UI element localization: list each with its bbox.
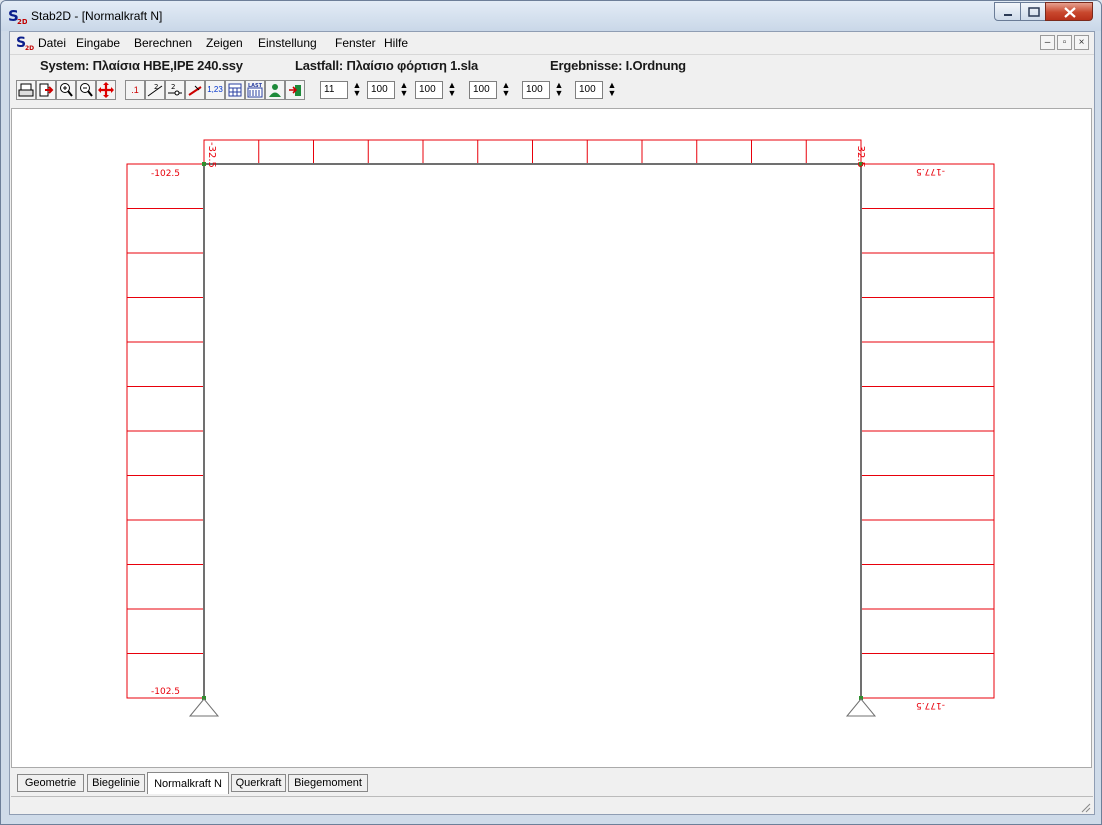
document-icon[interactable]: S 2D [16,34,34,50]
status-bar [11,796,1093,815]
left-column-bottom-label: -102.5 [151,687,180,697]
values-icon[interactable]: 1,23 [205,80,225,100]
menu-bar: S 2D Datei Eingabe Berechnen Zeigen Eins… [10,32,1094,55]
spinner-6-arrows[interactable]: ▲ ▼ [605,81,619,99]
support-left-icon[interactable] [188,698,220,717]
spinner-5-value[interactable]: 100 [522,81,550,99]
app-icon: S 2D [8,7,27,25]
spinner-1-value[interactable]: 11 [320,81,348,99]
beam-force-label-left: -32.5 [206,142,217,168]
svg-text:2D: 2D [25,45,34,50]
right-column-top-label: -177.5 [916,166,945,176]
load-case-info: Lastfall: Πλαίσιο φόρτιση 1.sla [295,58,479,73]
spinner-2-value[interactable]: 100 [367,81,395,99]
svg-text:2: 2 [171,83,175,91]
node-top-left[interactable] [202,162,206,166]
tab-geometrie[interactable]: Geometrie [17,774,84,792]
mdi-minimize-button[interactable]: – [1040,35,1055,50]
spinner-4-value[interactable]: 100 [469,81,497,99]
menu-hilfe[interactable]: Hilfe [384,36,408,50]
menu-zeigen[interactable]: Zeigen [206,36,243,50]
title-bar[interactable]: S 2D Stab2D - [Normalkraft N] [1,1,1101,31]
load-icon[interactable] [185,80,205,100]
beam-force-label-right: -32.5 [855,142,866,168]
tab-querkraft[interactable]: Querkraft [231,774,286,792]
force-hatching [127,140,994,654]
drawing-canvas[interactable]: -32.5 -32.5 -102.5 -102.5 -177.5 -177.5 [11,108,1092,768]
move-icon[interactable] [96,80,116,100]
info-bar: System: Πλαίσια HBE,IPE 240.ssy Lastfall… [10,54,1094,76]
system-info: System: Πλαίσια HBE,IPE 240.ssy [40,58,243,73]
resize-grip-icon[interactable] [1079,801,1091,813]
toolbar: .1 2 2 1,23 LAST 11 ▲ ▼ 100 ▲ ▼ 100 ▲ ▼ … [10,76,1094,104]
spinner-5-arrows[interactable]: ▲ ▼ [552,81,566,99]
spinner-4-arrows[interactable]: ▲ ▼ [499,81,513,99]
results-info: Ergebnisse: I.Ordnung [550,58,686,73]
mdi-client: S 2D Datei Eingabe Berechnen Zeigen Eins… [9,31,1095,815]
maximize-button[interactable] [1020,2,1046,21]
tab-biegelinie[interactable]: Biegelinie [87,774,145,792]
view-tabs: Geometrie Biegelinie Normalkraft N Querk… [11,772,1093,794]
person-icon[interactable] [265,80,285,100]
minimize-button[interactable] [994,2,1021,21]
menu-fenster[interactable]: Fenster [335,36,376,50]
exit-icon[interactable] [285,80,305,100]
normal-force-diagram: -32.5 -32.5 -102.5 -102.5 -177.5 -177.5 [126,139,995,717]
member-numbers-icon[interactable]: 2 [145,80,165,100]
export-icon[interactable] [36,80,56,100]
spinner-1-arrows[interactable]: ▲ ▼ [350,81,364,99]
application-window: S 2D Stab2D - [Normalkraft N] S 2D Datei… [0,0,1102,825]
print-icon[interactable] [16,80,36,100]
load-case-icon[interactable]: LAST [245,80,265,100]
spinner-3-arrows[interactable]: ▲ ▼ [445,81,459,99]
close-icon [1064,7,1076,18]
svg-text:2: 2 [154,83,158,91]
menu-berechnen[interactable]: Berechnen [134,36,192,50]
mdi-close-button[interactable]: × [1074,35,1089,50]
tab-biegemoment[interactable]: Biegemoment [288,774,368,792]
right-column-bottom-label: -177.5 [916,700,945,710]
table-icon[interactable] [225,80,245,100]
spinner-2-arrows[interactable]: ▲ ▼ [397,81,411,99]
tab-normalkraft[interactable]: Normalkraft N [147,772,229,794]
mdi-restore-button[interactable]: ▫ [1057,35,1072,50]
zoom-out-icon[interactable] [76,80,96,100]
window-title: Stab2D - [Normalkraft N] [31,9,163,23]
spinner-3-value[interactable]: 100 [415,81,443,99]
node-numbers-icon[interactable]: .1 [125,80,145,100]
svg-text:2D: 2D [17,18,27,25]
support-right-icon[interactable] [845,698,877,717]
spinner-6-value[interactable]: 100 [575,81,603,99]
minimize-icon [1004,14,1012,16]
close-button[interactable] [1045,2,1093,21]
support-numbers-icon[interactable]: 2 [165,80,185,100]
svg-text:LAST: LAST [248,83,263,89]
menu-einstellung[interactable]: Einstellung [258,36,317,50]
menu-eingabe[interactable]: Eingabe [76,36,120,50]
maximize-icon [1028,7,1040,17]
left-column-top-label: -102.5 [151,169,180,179]
zoom-in-icon[interactable] [56,80,76,100]
menu-datei[interactable]: Datei [38,36,66,50]
